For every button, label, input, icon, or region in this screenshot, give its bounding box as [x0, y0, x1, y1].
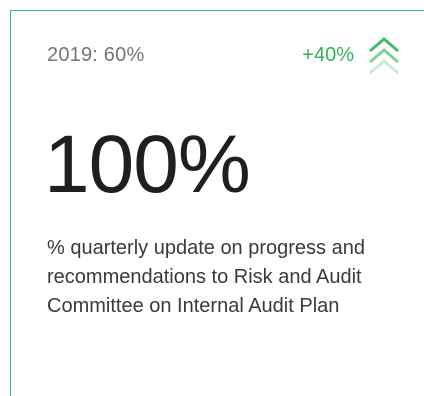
kpi-card: 2019: 60% +40% 100% % quarterly update o… — [0, 0, 424, 396]
kpi-description: % quarterly update on progress and recom… — [47, 237, 365, 317]
card-left-border — [10, 10, 11, 396]
double-chevron-up-icon — [369, 37, 399, 75]
card-top-border — [10, 10, 424, 11]
change-value: +40% — [302, 44, 354, 66]
baseline-value: 2019: 60% — [47, 44, 145, 66]
chevron-up-icon — [369, 59, 399, 75]
kpi-value: 100% — [44, 119, 251, 210]
